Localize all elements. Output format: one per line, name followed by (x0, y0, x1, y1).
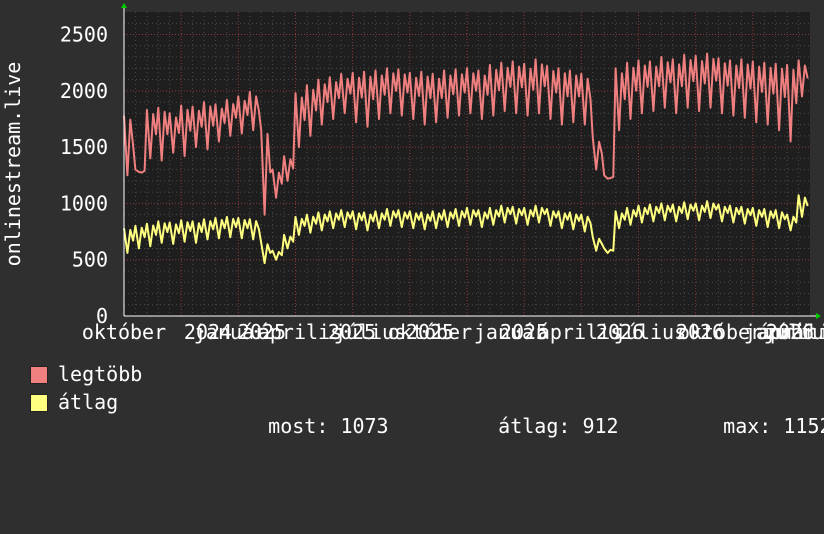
legend-row-avg: átlag most: 1073 átlag: 912 max: 1152 (30, 390, 824, 438)
y-tick-label: 500 (72, 248, 108, 272)
chart: 05001000150020002500 október januáráprili… (1, 3, 824, 344)
stat-max-label: max: (723, 414, 772, 438)
x-tick-label: 2025 (328, 320, 376, 344)
legend-label-avg: átlag (58, 390, 119, 414)
x-tick-label: 2025 (500, 320, 548, 344)
stat-max-value: 1152 (783, 414, 824, 438)
stat-now: most: 1073 (220, 390, 389, 462)
stat-avg: átlag: 912 (450, 390, 619, 462)
legend-label-max: legtöbb (58, 362, 143, 386)
x-tick-label: 2025 (238, 320, 286, 344)
stat-avg-value: 912 (582, 414, 619, 438)
x-tick-labels: október januáráprilisjúliusoktóber januárá… (82, 320, 824, 344)
x-tick-label: 2026 (676, 320, 724, 344)
x-tick-label: 2026 (596, 320, 644, 344)
y-tick-labels: 05001000150020002500 (60, 23, 108, 328)
legend-swatch-avg (30, 394, 48, 412)
legend-swatch-max (30, 366, 48, 384)
y-tick-label: 2000 (60, 79, 108, 103)
y-axis-arrow (121, 3, 127, 8)
y-tick-label: 1500 (60, 135, 108, 159)
x-axis-arrow (816, 313, 821, 319)
y-tick-label: 1000 (60, 191, 108, 215)
y-axis-label: onlinestream.live (1, 62, 25, 267)
x-tick-label: 2026 (766, 320, 814, 344)
x-tick-label: 2025 (406, 320, 454, 344)
x-tick-label: 2024 (184, 320, 232, 344)
x-tick-label: október (82, 320, 166, 344)
stat-now-value: 1073 (340, 414, 389, 438)
legend-row-max: legtöbb (30, 362, 142, 386)
stat-avg-label: átlag: (498, 414, 571, 438)
stat-max: max: 1152 (675, 390, 824, 462)
stat-now-label: most: (268, 414, 329, 438)
y-tick-label: 2500 (60, 23, 108, 47)
